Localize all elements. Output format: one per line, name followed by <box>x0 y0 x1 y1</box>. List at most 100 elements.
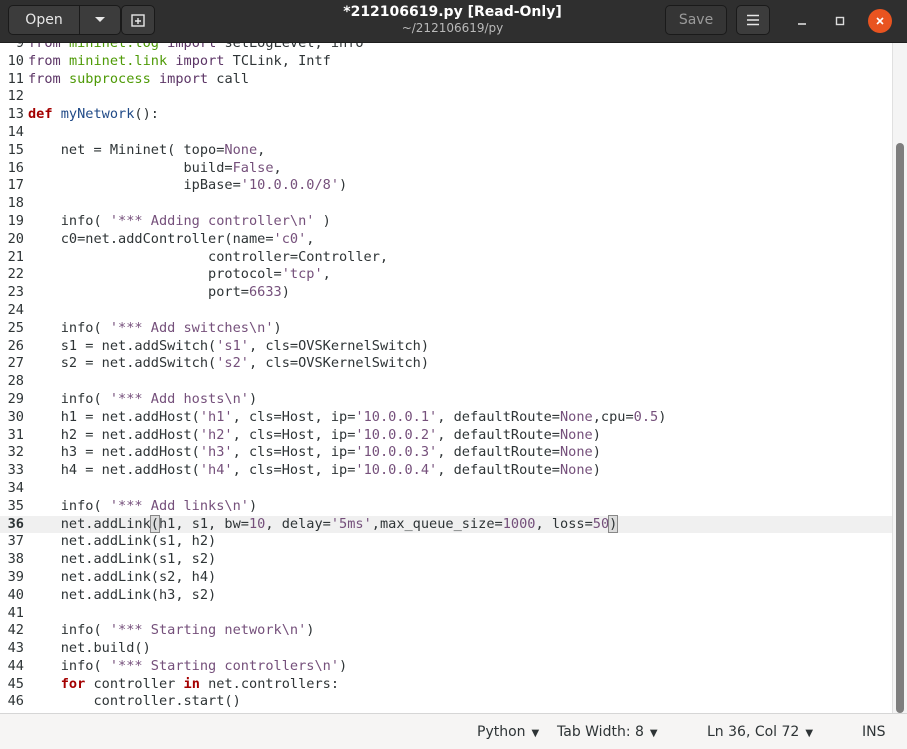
code-line[interactable]: 17 ipBase='10.0.0.0/8') <box>0 177 892 195</box>
code-line[interactable]: 18 <box>0 195 892 213</box>
code-line[interactable]: 30 h1 = net.addHost('h1', cls=Host, ip='… <box>0 409 892 427</box>
code-line[interactable]: 27 s2 = net.addSwitch('s2', cls=OVSKerne… <box>0 355 892 373</box>
code-text[interactable]: h3 = net.addHost('h3', cls=Host, ip='10.… <box>28 444 601 460</box>
code-line[interactable]: 44 info( '*** Starting controllers\n') <box>0 658 892 676</box>
save-button[interactable]: Save <box>665 5 727 35</box>
code-line[interactable]: 29 info( '*** Add hosts\n') <box>0 391 892 409</box>
line-number: 42 <box>7 622 24 639</box>
code-line[interactable]: 37 net.addLink(s1, h2) <box>0 533 892 551</box>
code-text[interactable]: net.addLink(h3, s2) <box>28 587 217 603</box>
code-text[interactable]: from mininet.link import TCLink, Intf <box>28 53 331 69</box>
code-line[interactable]: 42 info( '*** Starting network\n') <box>0 622 892 640</box>
code-line[interactable]: 23 port=6633) <box>0 284 892 302</box>
code-line[interactable]: 36 net.addLink(h1, s1, bw=10, delay='5ms… <box>0 514 892 534</box>
code-text[interactable]: from mininet.log import setLogLevel, inf… <box>28 43 364 51</box>
code-line[interactable]: 16 build=False, <box>0 160 892 178</box>
code-line[interactable]: 21 controller=Controller, <box>0 249 892 267</box>
code-line[interactable]: 32 h3 = net.addHost('h3', cls=Host, ip='… <box>0 444 892 462</box>
code-editor[interactable]: 9 from mininet.log import setLogLevel, in… <box>0 43 892 713</box>
open-button[interactable]: Open <box>8 5 80 35</box>
tab-width-selector[interactable]: Tab Width: 8 ▼ <box>557 723 658 743</box>
code-text[interactable]: h1 = net.addHost('h1', cls=Host, ip='10.… <box>28 409 667 425</box>
code-text[interactable]: net.addLink(s2, h4) <box>28 569 217 585</box>
code-line[interactable]: 33 h4 = net.addHost('h4', cls=Host, ip='… <box>0 462 892 480</box>
maximize-button[interactable] <box>829 10 851 32</box>
code-line[interactable]: 19 info( '*** Adding controller\n' ) <box>0 213 892 231</box>
cursor-position-label: Ln 36, Col 72 <box>707 724 800 740</box>
code-line[interactable]: 9 from mininet.log import setLogLevel, in… <box>0 43 892 53</box>
code-line[interactable]: 38 net.addLink(s1, s2) <box>0 551 892 569</box>
code-text[interactable]: ipBase='10.0.0.0/8') <box>28 177 347 193</box>
code-text[interactable]: h4 = net.addHost('h4', cls=Host, ip='10.… <box>28 462 601 478</box>
close-button[interactable] <box>868 9 892 33</box>
code-line[interactable]: 14 <box>0 124 892 142</box>
code-text[interactable]: info( '*** Adding controller\n' ) <box>28 213 331 229</box>
scrollbar-thumb[interactable] <box>896 143 904 713</box>
code-text[interactable]: c0=net.addController(name='c0', <box>28 231 315 247</box>
window-title: *212106619.py [Read-Only] <box>343 4 562 20</box>
code-line[interactable]: 40 net.addLink(h3, s2) <box>0 587 892 605</box>
code-text[interactable]: info( '*** Add links\n') <box>28 498 257 514</box>
code-line[interactable]: 28 <box>0 373 892 391</box>
code-text[interactable]: s2 = net.addSwitch('s2', cls=OVSKernelSw… <box>28 355 429 371</box>
code-text[interactable]: net.addLink(s1, s2) <box>28 551 217 567</box>
code-line[interactable]: 24 <box>0 302 892 320</box>
code-line[interactable]: 10 from mininet.link import TCLink, Intf <box>0 53 892 71</box>
line-number: 25 <box>7 319 24 336</box>
code-line[interactable]: 31 h2 = net.addHost('h2', cls=Host, ip='… <box>0 427 892 445</box>
code-text[interactable]: for controller in net.controllers: <box>28 676 339 692</box>
code-text[interactable]: info( '*** Starting controllers\n') <box>28 658 347 674</box>
line-number: 15 <box>7 141 24 158</box>
code-line[interactable]: 20 c0=net.addController(name='c0', <box>0 231 892 249</box>
code-text[interactable]: net.addLink(s1, h2) <box>28 533 217 549</box>
code-text[interactable]: info( '*** Add switches\n') <box>28 320 282 336</box>
code-text[interactable]: port=6633) <box>28 284 290 300</box>
code-text[interactable]: info( '*** Add hosts\n') <box>28 391 257 407</box>
code-area[interactable]: 9 from mininet.log import setLogLevel, in… <box>0 43 892 711</box>
cursor-position[interactable]: Ln 36, Col 72 ▼ <box>707 723 813 743</box>
code-line[interactable]: 22 protocol='tcp', <box>0 266 892 284</box>
language-selector[interactable]: Python ▼ <box>477 723 539 743</box>
code-text[interactable]: s1 = net.addSwitch('s1', cls=OVSKernelSw… <box>28 338 429 354</box>
code-text[interactable]: net = Mininet( topo=None, <box>28 142 266 158</box>
code-line[interactable]: 39 net.addLink(s2, h4) <box>0 569 892 587</box>
line-number: 34 <box>7 479 24 496</box>
line-number: 33 <box>7 462 24 479</box>
chevron-down-icon <box>95 17 105 22</box>
code-line[interactable]: 12 <box>0 88 892 106</box>
code-text[interactable]: def myNetwork(): <box>28 106 159 122</box>
code-line[interactable]: 25 info( '*** Add switches\n') <box>0 320 892 338</box>
minimize-button[interactable] <box>791 10 813 32</box>
code-text[interactable]: build=False, <box>28 160 281 176</box>
code-text[interactable]: protocol='tcp', <box>28 266 331 282</box>
code-line[interactable]: 41 <box>0 605 892 623</box>
code-text[interactable]: h2 = net.addHost('h2', cls=Host, ip='10.… <box>28 427 601 443</box>
code-line[interactable]: 34 <box>0 480 892 498</box>
line-number: 30 <box>7 408 24 425</box>
new-tab-button[interactable] <box>121 5 155 35</box>
line-number: 19 <box>7 212 24 229</box>
code-text[interactable]: net.build() <box>28 640 151 656</box>
chevron-down-icon: ▼ <box>649 728 658 739</box>
line-number: 43 <box>7 640 24 657</box>
code-line[interactable]: 45 for controller in net.controllers: <box>0 676 892 694</box>
code-line[interactable]: 35 info( '*** Add links\n') <box>0 498 892 516</box>
code-text[interactable]: controller.start() <box>28 693 240 709</box>
vertical-scrollbar[interactable] <box>892 43 907 713</box>
line-number: 11 <box>7 70 24 87</box>
insert-mode-indicator[interactable]: INS <box>862 723 886 741</box>
code-line[interactable]: 26 s1 = net.addSwitch('s1', cls=OVSKerne… <box>0 338 892 356</box>
open-dropdown-button[interactable] <box>79 5 121 35</box>
code-line[interactable]: 11 from subprocess import call <box>0 71 892 89</box>
menu-button[interactable] <box>736 5 770 35</box>
code-line[interactable]: 15 net = Mininet( topo=None, <box>0 142 892 160</box>
code-line[interactable]: 43 net.build() <box>0 640 892 658</box>
code-text[interactable]: controller=Controller, <box>28 249 388 265</box>
code-line[interactable]: 13 def myNetwork(): <box>0 106 892 124</box>
code-text[interactable]: net.addLink(h1, s1, bw=10, delay='5ms',m… <box>28 514 619 533</box>
line-number: 46 <box>7 693 24 710</box>
code-text[interactable]: from subprocess import call <box>28 71 249 87</box>
code-line[interactable]: 46 controller.start() <box>0 693 892 711</box>
code-text[interactable]: info( '*** Starting network\n') <box>28 622 315 638</box>
line-number: 28 <box>7 373 24 390</box>
